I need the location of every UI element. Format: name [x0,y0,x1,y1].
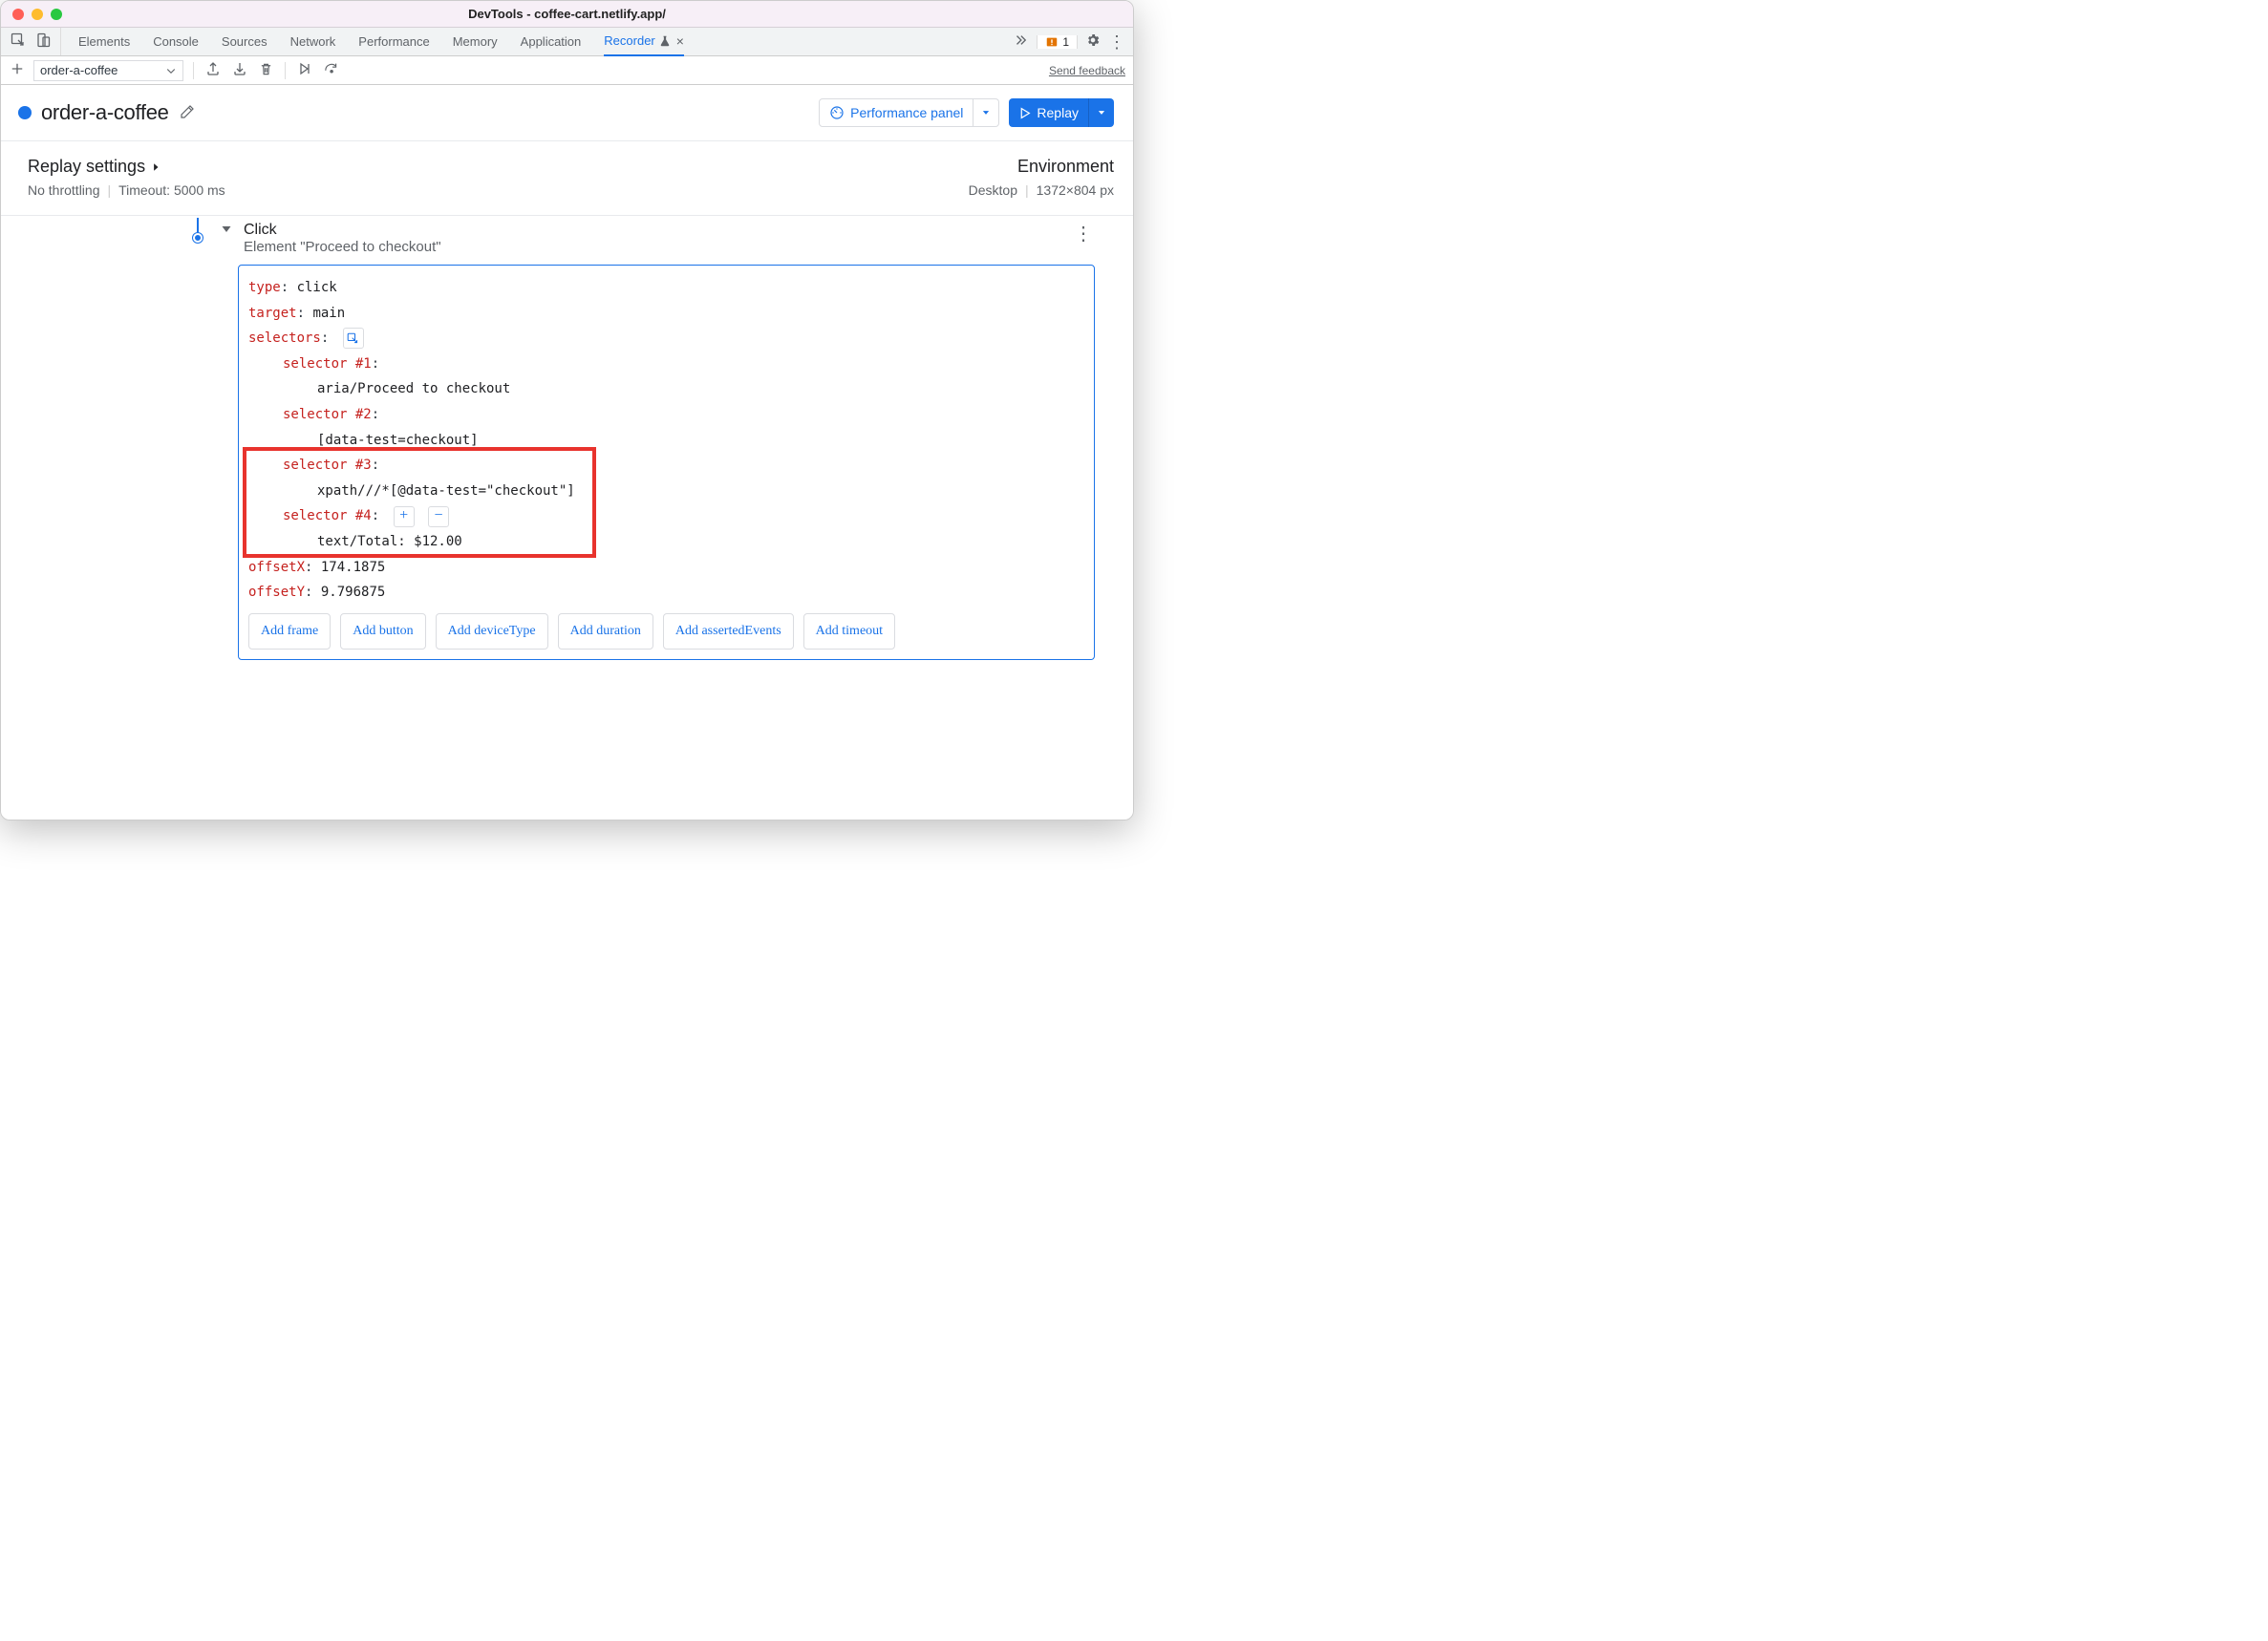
inspect-icon[interactable] [11,32,26,51]
timeout-value: Timeout: 5000 ms [118,182,225,198]
replay-dropdown[interactable] [1088,98,1114,127]
selector-2-value[interactable]: [data-test=checkout] [317,433,479,448]
step-icon[interactable] [322,59,343,81]
chevron-right-icon [151,162,160,172]
play-icon [1018,107,1031,119]
chip-add-duration[interactable]: Add duration [558,613,653,650]
replay-settings-toggle[interactable]: Replay settings [28,157,225,177]
tab-performance[interactable]: Performance [358,29,429,54]
import-icon[interactable] [230,59,249,81]
continue-icon[interactable] [295,59,314,81]
tab-network[interactable]: Network [290,29,336,54]
env-device: Desktop [969,182,1017,198]
add-property-chips: Add frame Add button Add deviceType Add … [248,613,1084,650]
selector-3-value[interactable]: xpath///*[@data-test="checkout"] [317,483,575,499]
devtools-tabstrip: Elements Console Sources Network Perform… [1,28,1133,56]
tab-application[interactable]: Application [521,29,582,54]
gauge-icon [829,105,845,120]
settings-icon[interactable] [1085,32,1101,51]
device-toolbar-icon[interactable] [35,32,51,51]
tab-elements[interactable]: Elements [78,29,130,54]
env-size: 1372×804 px [1037,182,1114,198]
step-title: Click [244,222,441,239]
offset-x-value[interactable]: 174.1875 [321,560,385,575]
tab-console[interactable]: Console [153,29,199,54]
settings-row: Replay settings No throttling | Timeout:… [1,141,1133,216]
recording-selector[interactable]: order-a-coffee [33,60,183,81]
environment-label: Environment [1017,157,1114,177]
offset-y-value[interactable]: 9.796875 [321,585,385,600]
new-recording-icon[interactable] [9,60,26,80]
recording-indicator-icon [18,106,32,119]
edit-name-icon[interactable] [179,103,196,123]
step-subtitle: Element "Proceed to checkout" [244,239,441,255]
remove-selector-button[interactable]: − [428,506,449,527]
send-feedback-link[interactable]: Send feedback [1049,64,1125,77]
step-details-card: type: click target: main selectors: sele… [238,265,1095,660]
step-type-value[interactable]: click [297,280,337,295]
tab-close-icon[interactable]: × [676,33,684,49]
tab-memory[interactable]: Memory [453,29,498,54]
throttling-value: No throttling [28,182,99,198]
chip-add-frame[interactable]: Add frame [248,613,331,650]
more-tabs-icon[interactable] [1004,33,1037,50]
step-list[interactable]: Click Element "Proceed to checkout" ⋮ ty… [1,216,1133,820]
step-target-value[interactable]: main [312,306,345,321]
performance-panel-button[interactable]: Performance panel [819,98,974,127]
delete-icon[interactable] [257,60,275,81]
titlebar: DevTools - coffee-cart.netlify.app/ [1,1,1133,28]
timeline-dot-icon [193,233,203,243]
recording-name: order-a-coffee [41,100,169,125]
performance-panel-dropdown[interactable] [974,98,999,127]
chip-add-devicetype[interactable]: Add deviceType [436,613,548,650]
step-more-icon[interactable]: ⋮ [1074,222,1095,245]
selector-1-value[interactable]: aria/Proceed to checkout [317,381,510,396]
flask-icon [659,35,671,47]
tab-sources[interactable]: Sources [222,29,267,54]
chip-add-button[interactable]: Add button [340,613,425,650]
tab-recorder[interactable]: Recorder × [604,28,684,56]
chip-add-timeout[interactable]: Add timeout [803,613,895,650]
export-icon[interactable] [203,59,223,81]
replay-button[interactable]: Replay [1009,98,1088,127]
step-disclosure-icon[interactable] [221,224,232,238]
performance-panel-split-button: Performance panel [819,98,999,127]
selector-4-value[interactable]: text/Total: $12.00 [317,534,462,549]
pick-selector-icon[interactable] [343,328,364,349]
issues-badge[interactable]: 1 [1037,35,1078,49]
chevron-down-icon [165,65,177,76]
replay-split-button: Replay [1009,98,1114,127]
chip-add-assertedevents[interactable]: Add assertedEvents [663,613,794,650]
window-title: DevTools - coffee-cart.netlify.app/ [1,7,1133,21]
recording-header: order-a-coffee Performance panel Replay [1,85,1133,141]
recorder-toolbar: order-a-coffee Send feedback [1,56,1133,85]
add-selector-button[interactable]: + [394,506,415,527]
